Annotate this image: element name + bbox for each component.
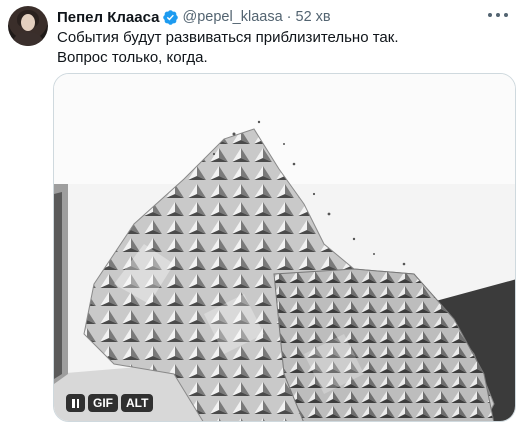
author-name[interactable]: Пепел Клааса <box>57 9 159 26</box>
tweet-header: Пепел Клааса @pepel_klaasa · 52 хв <box>57 7 331 27</box>
separator-dot: · <box>286 9 292 25</box>
gif-controls: GIF ALT <box>66 394 154 412</box>
tweet-text-line-1: События будут развиваться приблизительно… <box>57 29 399 46</box>
avatar-face <box>21 14 35 31</box>
pause-icon[interactable] <box>66 394 85 412</box>
avatar[interactable] <box>8 6 48 46</box>
gif-badge: GIF <box>88 394 118 412</box>
verified-badge-icon <box>163 9 179 25</box>
more-dot <box>496 13 500 17</box>
more-options-icon[interactable] <box>488 8 508 22</box>
author-handle[interactable]: @pepel_klaasa <box>182 9 282 25</box>
tweet-time[interactable]: 52 хв <box>296 9 331 25</box>
avatar-body <box>13 32 43 46</box>
tweet-text-line-2: Вопрос только, когда. <box>57 49 208 66</box>
more-dot <box>504 13 508 17</box>
more-dot <box>488 13 492 17</box>
tweet[interactable]: Пепел Клааса @pepel_klaasa · 52 хв Событ… <box>0 0 524 428</box>
alt-badge[interactable]: ALT <box>121 394 154 412</box>
gif-media[interactable]: GIF ALT <box>53 73 516 422</box>
tweet-text: События будут развиваться приблизительно… <box>57 28 507 68</box>
gif-frame-image <box>54 74 515 421</box>
